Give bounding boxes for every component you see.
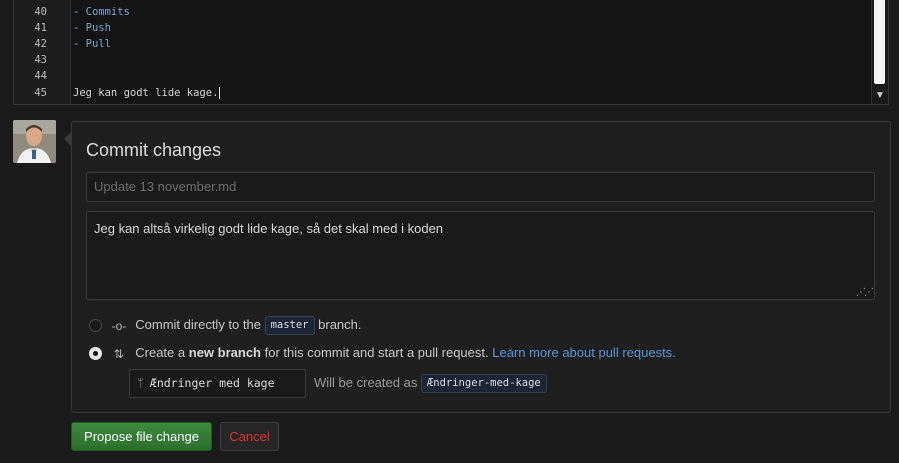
- code-line-text: Jeg kan godt lide kage.: [73, 87, 219, 99]
- option-new-bold: new branch: [188, 345, 261, 360]
- editor-scrollbar[interactable]: ▼: [871, 0, 888, 104]
- git-pull-request-icon: ⇅: [113, 346, 124, 361]
- option-new-prefix: Create a: [135, 345, 186, 360]
- option-direct-label: Commit directly to the: [135, 317, 261, 332]
- code-line[interactable]: - Pull: [73, 36, 111, 52]
- new-branch-name-input[interactable]: ᛘ Ændringer med kage: [129, 369, 306, 398]
- learn-more-link[interactable]: Learn more about pull requests.: [492, 345, 676, 360]
- commit-description-textarea[interactable]: Jeg kan altså virkelig godt lide kage, s…: [86, 211, 875, 300]
- scroll-down-arrow-icon[interactable]: ▼: [872, 88, 888, 104]
- code-editor[interactable]: 40 - Commits 41 - Push 42 - Pull 43 44 4…: [13, 0, 889, 105]
- radio-new-branch[interactable]: [89, 347, 102, 361]
- branch-slug-tag: Ændringer-med-kage: [420, 374, 547, 393]
- git-branch-icon: ᛘ: [137, 376, 144, 390]
- line-number: 42: [34, 38, 47, 50]
- panel-title: Commit changes: [86, 140, 222, 160]
- avatar: [13, 120, 56, 163]
- option-commit-direct[interactable]: -o- Commit directly to the master branch…: [89, 316, 362, 336]
- code-line[interactable]: - Commits: [73, 4, 130, 20]
- resize-grip-icon[interactable]: ⋰⋰: [856, 287, 874, 298]
- option-new-middle: for this commit and start a pull request…: [264, 345, 489, 360]
- description-text: Jeg kan altså virkelig godt lide kage, s…: [94, 221, 444, 236]
- line-number: 41: [34, 22, 47, 34]
- commit-panel: Commit changes Update 13 november.md Jeg…: [71, 121, 891, 413]
- branch-name-value: Ændringer med kage: [149, 376, 275, 390]
- will-be-created-label: Will be created as: [314, 374, 418, 390]
- line-number: 40: [34, 6, 47, 18]
- branch-tag-master: master: [264, 316, 315, 336]
- propose-file-change-button[interactable]: Propose file change: [71, 422, 212, 451]
- option-direct-suffix: branch.: [318, 317, 362, 332]
- radio-commit-direct[interactable]: [89, 319, 102, 333]
- scrollbar-thumb[interactable]: [874, 0, 885, 84]
- git-commit-icon: -o-: [111, 318, 127, 333]
- cancel-button[interactable]: Cancel: [220, 422, 279, 451]
- line-number: 43: [34, 54, 47, 66]
- text-cursor: [219, 87, 221, 99]
- panel-pointer: [64, 132, 71, 146]
- code-line-current[interactable]: Jeg kan godt lide kage.: [73, 85, 221, 101]
- avatar-image: [13, 120, 56, 163]
- will-be-created-note: Will be created as Ændringer-med-kage: [314, 374, 547, 393]
- commit-summary-input[interactable]: Update 13 november.md: [86, 172, 875, 202]
- line-number: 44: [34, 70, 47, 82]
- option-new-branch[interactable]: ⇅ Create a new branch for this commit an…: [89, 344, 676, 362]
- code-line[interactable]: - Push: [73, 20, 111, 36]
- line-number: 45: [34, 87, 47, 99]
